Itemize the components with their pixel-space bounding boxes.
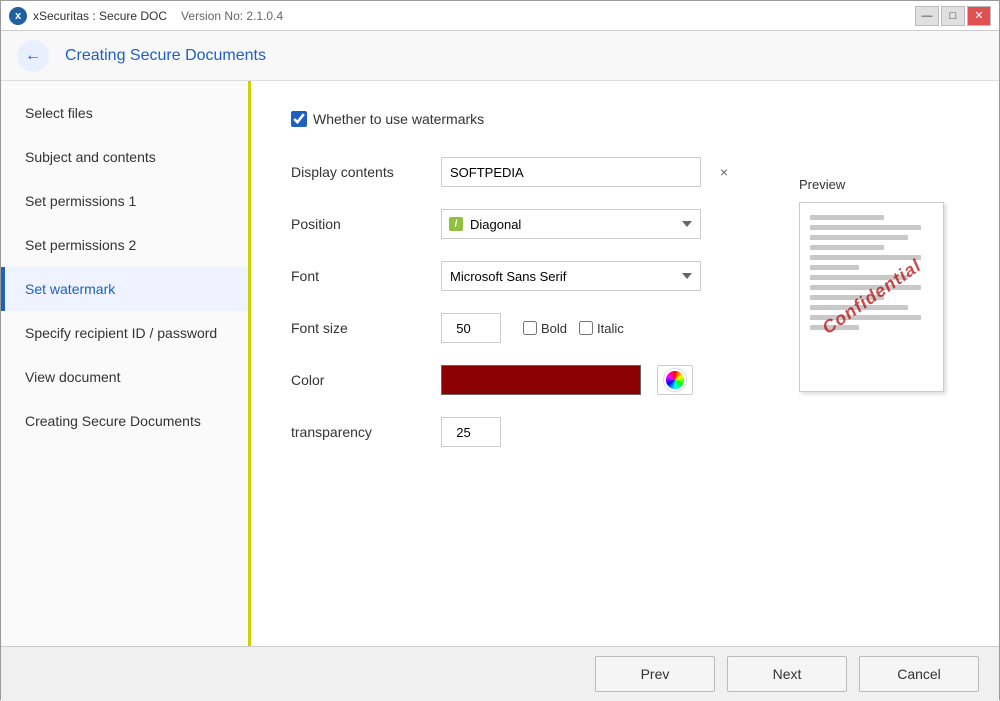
- sidebar-item-creating-secure[interactable]: Creating Secure Documents: [1, 399, 248, 443]
- transparency-label: transparency: [291, 424, 431, 440]
- italic-checkbox-label[interactable]: Italic: [579, 321, 624, 336]
- font-size-row: Font size Bold Italic: [291, 313, 779, 343]
- sidebar-item-specify-recipient[interactable]: Specify recipient ID / password: [1, 311, 248, 355]
- version-label: Version No: 2.1.0.4: [181, 9, 283, 23]
- color-label: Color: [291, 372, 431, 388]
- next-button[interactable]: Next: [727, 656, 847, 692]
- maximize-button[interactable]: □: [941, 6, 965, 26]
- font-label: Font: [291, 268, 431, 284]
- color-picker-button[interactable]: [657, 365, 693, 395]
- app-icon: x: [9, 7, 27, 25]
- preview-panel: Preview: [779, 157, 959, 469]
- app-name: xSecuritas : Secure DOC: [33, 9, 167, 23]
- preview-line: [810, 265, 859, 270]
- font-select[interactable]: Microsoft Sans Serif Arial Times New Rom…: [441, 261, 701, 291]
- window-controls: — □ ✕: [915, 6, 991, 26]
- preview-line: [810, 215, 884, 220]
- bold-checkbox[interactable]: [523, 321, 537, 335]
- color-swatch[interactable]: [441, 365, 641, 395]
- header-title: Creating Secure Documents: [65, 47, 266, 65]
- back-icon: ←: [25, 47, 41, 65]
- content-with-preview: Display contents × Position / Diagonal H…: [291, 157, 959, 469]
- sidebar-item-select-files[interactable]: Select files: [1, 91, 248, 135]
- transparency-row: transparency: [291, 417, 779, 447]
- header-bar: ← Creating Secure Documents: [1, 31, 999, 81]
- italic-checkbox[interactable]: [579, 321, 593, 335]
- form-section: Display contents × Position / Diagonal H…: [291, 157, 779, 469]
- preview-label: Preview: [799, 177, 939, 192]
- font-size-input[interactable]: [441, 313, 501, 343]
- display-contents-label: Display contents: [291, 164, 431, 180]
- color-wheel-icon: [664, 369, 686, 391]
- title-bar-left: x xSecuritas : Secure DOC Version No: 2.…: [9, 7, 283, 25]
- font-row: Font Microsoft Sans Serif Arial Times Ne…: [291, 261, 779, 291]
- preview-line: [810, 235, 908, 240]
- sidebar-item-subject-contents[interactable]: Subject and contents: [1, 135, 248, 179]
- sidebar: Select files Subject and contents Set pe…: [1, 81, 251, 646]
- sidebar-item-view-document[interactable]: View document: [1, 355, 248, 399]
- preview-document: Confidential: [799, 202, 944, 392]
- sidebar-item-set-watermark[interactable]: Set watermark: [1, 267, 248, 311]
- minimize-button[interactable]: —: [915, 6, 939, 26]
- clear-display-contents-button[interactable]: ×: [711, 159, 737, 185]
- display-contents-input[interactable]: [441, 157, 701, 187]
- cancel-button[interactable]: Cancel: [859, 656, 979, 692]
- diagonal-icon: /: [449, 217, 463, 231]
- font-style-group: Bold Italic: [523, 321, 624, 336]
- position-row: Position / Diagonal Horizontal Vertical: [291, 209, 779, 239]
- back-button[interactable]: ←: [17, 40, 49, 72]
- position-select[interactable]: Diagonal Horizontal Vertical: [441, 209, 701, 239]
- watermark-label[interactable]: Whether to use watermarks: [313, 111, 484, 127]
- title-bar: x xSecuritas : Secure DOC Version No: 2.…: [1, 1, 999, 31]
- bold-checkbox-label[interactable]: Bold: [523, 321, 567, 336]
- preview-line: [810, 255, 921, 260]
- transparency-input[interactable]: [441, 417, 501, 447]
- main-content: Select files Subject and contents Set pe…: [1, 81, 999, 646]
- sidebar-item-set-permissions-1[interactable]: Set permissions 1: [1, 179, 248, 223]
- prev-button[interactable]: Prev: [595, 656, 715, 692]
- font-size-label: Font size: [291, 320, 431, 336]
- watermark-checkbox-row: Whether to use watermarks: [291, 111, 959, 127]
- display-contents-row: Display contents ×: [291, 157, 779, 187]
- content-area: Whether to use watermarks Display conten…: [251, 81, 999, 646]
- sidebar-item-set-permissions-2[interactable]: Set permissions 2: [1, 223, 248, 267]
- color-row: Color: [291, 365, 779, 395]
- position-label: Position: [291, 216, 431, 232]
- position-select-wrapper: / Diagonal Horizontal Vertical: [441, 209, 701, 239]
- preview-line: [810, 245, 884, 250]
- close-button[interactable]: ✕: [967, 6, 991, 26]
- watermark-checkbox[interactable]: [291, 111, 307, 127]
- preview-line: [810, 225, 921, 230]
- footer: Prev Next Cancel: [1, 646, 999, 701]
